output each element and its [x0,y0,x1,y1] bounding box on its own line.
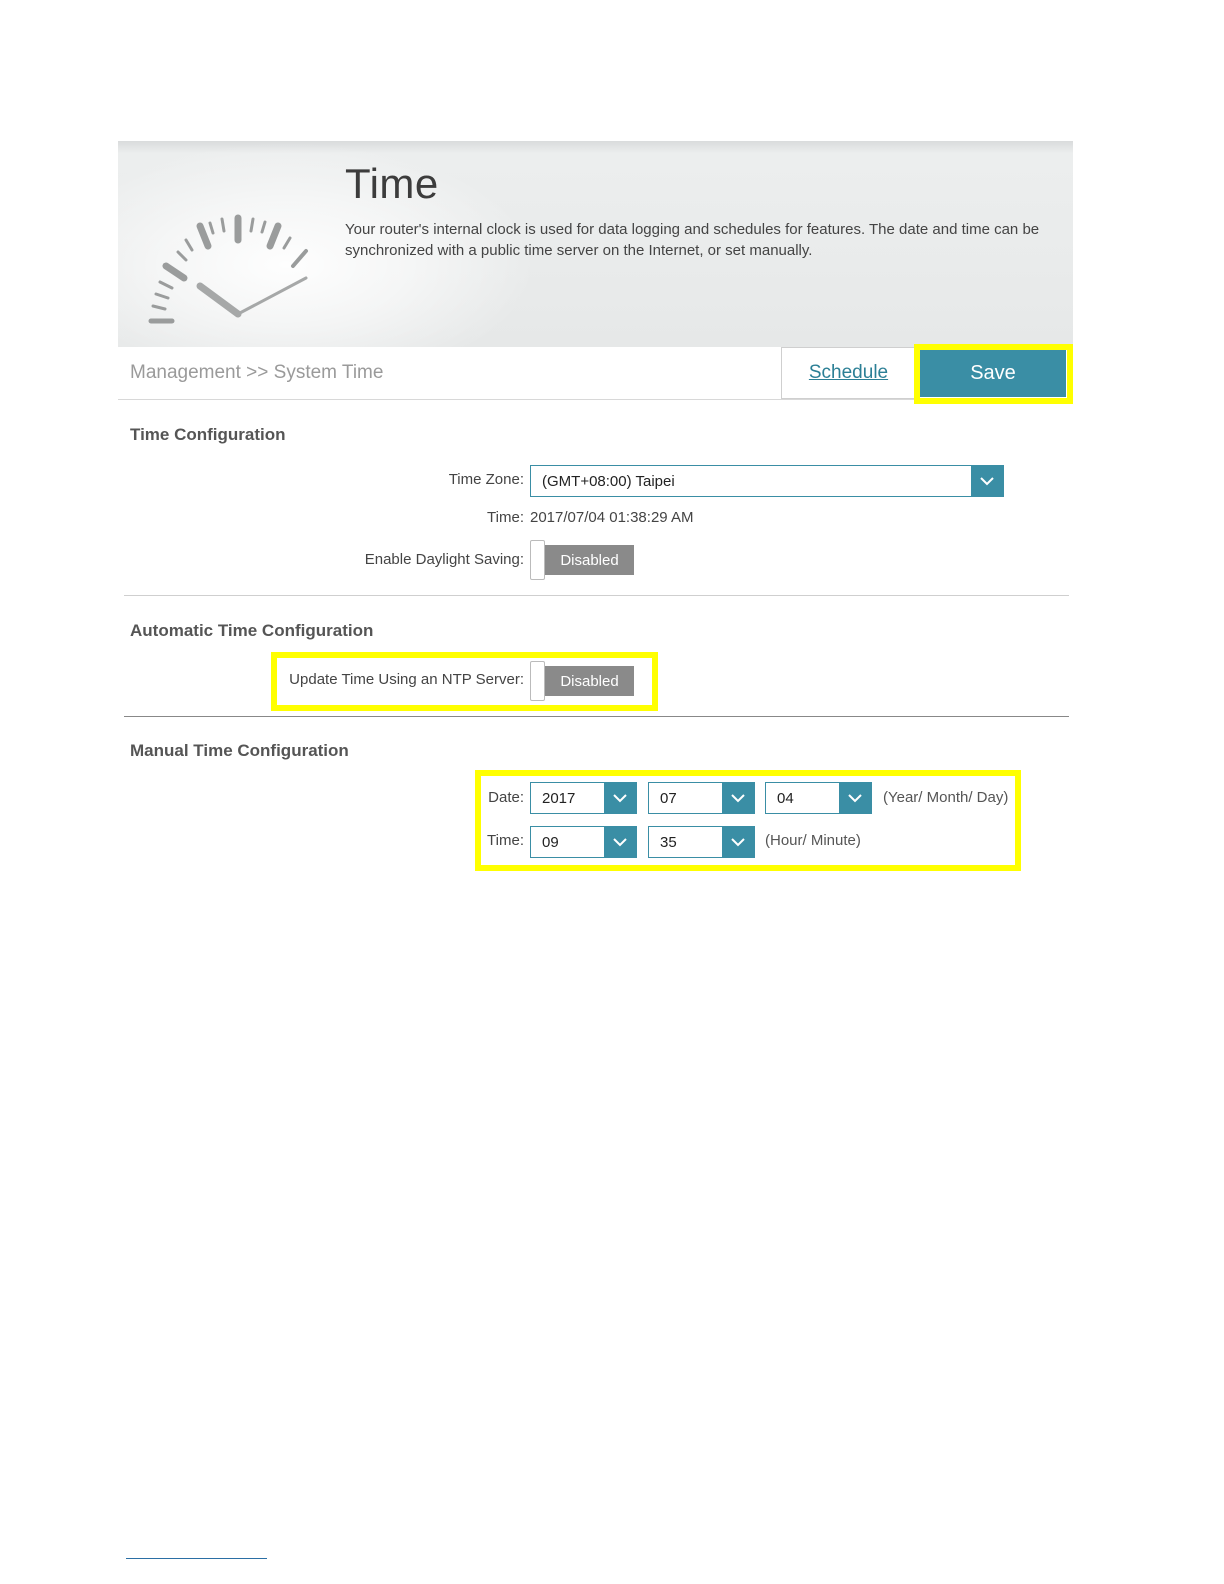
manual-time-label: Time: [487,832,524,849]
section-divider [124,716,1069,717]
page-description: Your router's internal clock is used for… [345,221,1040,259]
chevron-down-icon [604,827,636,857]
year-value: 2017 [542,789,576,807]
minute-value: 35 [660,833,677,851]
chevron-down-icon [722,827,754,857]
manual-config-heading: Manual Time Configuration [130,741,349,760]
minute-select[interactable]: 35 [648,826,755,858]
auto-config-heading: Automatic Time Configuration [130,621,374,640]
day-value: 04 [777,789,794,807]
dst-toggle[interactable]: Disabled [530,539,635,581]
chevron-down-icon [971,466,1003,496]
save-button[interactable]: Save [920,350,1066,397]
footnote-divider [126,1558,267,1559]
date-hint: (Year/ Month/ Day) [883,789,1009,806]
hour-select[interactable]: 09 [530,826,637,858]
month-select[interactable]: 07 [648,782,755,814]
dst-label: Enable Daylight Saving: [364,551,524,568]
page-title: Time [345,160,439,207]
timezone-select[interactable]: (GMT+08:00) Taipei [530,465,1004,497]
timezone-value: (GMT+08:00) Taipei [542,472,675,490]
section-divider [124,595,1069,596]
chevron-down-icon [604,783,636,813]
hour-value: 09 [542,833,559,851]
toggle-knob [530,540,545,580]
timezone-label: Time Zone: [448,471,524,488]
chevron-down-icon [839,783,871,813]
current-time-value: 2017/07/04 01:38:29 AM [530,509,694,526]
chevron-down-icon [722,783,754,813]
year-select[interactable]: 2017 [530,782,637,814]
month-value: 07 [660,789,677,807]
ntp-state: Disabled [545,666,634,696]
date-label: Date: [488,789,524,806]
day-select[interactable]: 04 [765,782,872,814]
breadcrumb: Management >> System Time [130,362,384,383]
schedule-button[interactable]: Schedule [781,347,916,399]
time-config-heading: Time Configuration [130,425,286,444]
dst-state: Disabled [545,545,634,575]
ntp-label: Update Time Using an NTP Server: [289,671,524,688]
clock-icon [148,214,308,324]
time-hint: (Hour/ Minute) [765,832,861,849]
toggle-knob [530,661,545,701]
ntp-toggle[interactable]: Disabled [530,660,635,702]
current-time-label: Time: [487,509,524,526]
